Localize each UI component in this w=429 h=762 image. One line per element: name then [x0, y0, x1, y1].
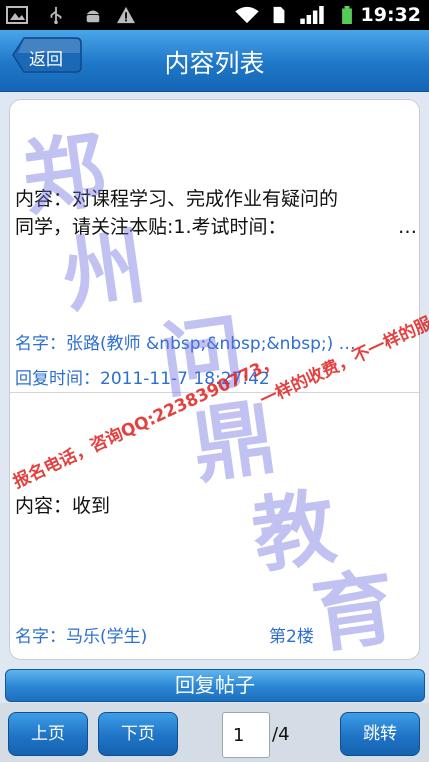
wifi-icon: [235, 6, 259, 24]
signal-icon: [300, 6, 324, 24]
page-total: /4: [272, 724, 290, 745]
gallery-icon: [6, 6, 28, 24]
post-author: 名字：马乐(学生): [15, 627, 148, 647]
post-content: 内容：对课程学习、完成作业有疑问的: [15, 188, 339, 210]
pager-bar: 上页 下页 /4 跳转: [0, 703, 429, 762]
next-page-button[interactable]: 下页: [98, 712, 178, 756]
warning-icon: [117, 6, 135, 24]
reply-post-button[interactable]: 回复帖子: [5, 669, 425, 702]
jump-button[interactable]: 跳转: [340, 712, 420, 756]
post-content: 内容：收到: [15, 495, 111, 517]
status-time: 19:32: [360, 4, 421, 26]
post-floor: 第2楼: [269, 627, 314, 647]
page-number-input[interactable]: [222, 712, 270, 758]
list-item[interactable]: 内容：对课程学习、完成作业有疑问的 同学，请关注本贴:1.考试时间： … 名字：…: [10, 100, 419, 393]
post-reply-time: 回复时间：2011-11-7 18:27:42: [15, 369, 270, 389]
status-bar: 19:32: [0, 0, 429, 30]
android-debug-icon: [86, 10, 100, 23]
post-content-line2: 同学，请关注本贴:1.考试时间：: [15, 216, 287, 238]
usb-icon: [50, 6, 62, 24]
prev-page-button[interactable]: 上页: [8, 712, 88, 756]
post-author: 名字：张路(教师 &nbsp;&nbsp;&nbsp;) …: [15, 334, 356, 354]
page-title: 内容列表: [164, 49, 265, 78]
content-list[interactable]: 内容：对课程学习、完成作业有疑问的 同学，请关注本贴:1.考试时间： … 名字：…: [9, 99, 420, 660]
post-ellipsis: …: [398, 216, 417, 238]
battery-icon: [342, 6, 352, 24]
sim-icon: [273, 6, 285, 24]
list-item[interactable]: 内容：收到 名字：马乐(学生) 第2楼: [10, 394, 419, 659]
